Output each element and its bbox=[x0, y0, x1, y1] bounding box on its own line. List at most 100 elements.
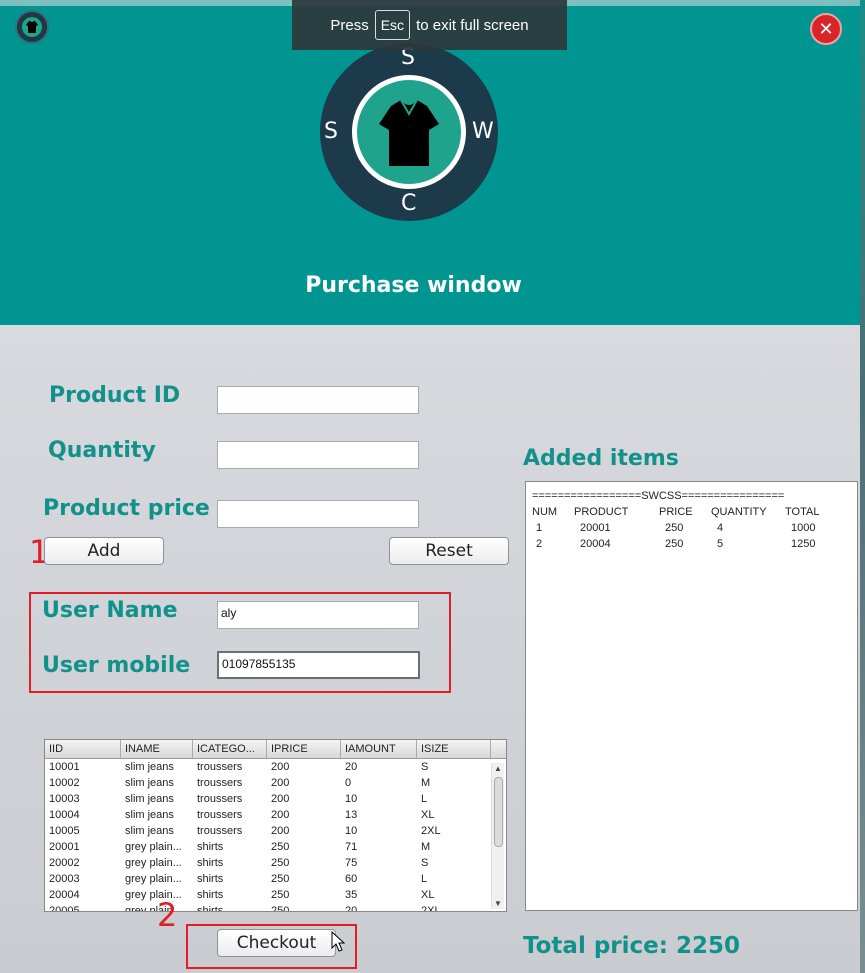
table-cell: troussers bbox=[197, 825, 243, 837]
column-header[interactable]: ISIZE bbox=[417, 740, 491, 758]
table-cell: troussers bbox=[197, 793, 243, 805]
table-cell: 10 bbox=[345, 793, 358, 805]
page-title: Purchase window bbox=[305, 273, 522, 298]
table-cell: 250 bbox=[271, 841, 290, 853]
product-price-label: Product price bbox=[43, 496, 210, 521]
tshirt-icon[interactable] bbox=[15, 10, 49, 44]
esc-key-badge: Esc bbox=[374, 10, 411, 40]
receipt-row: 1 20001 250 4 1000 bbox=[532, 522, 851, 538]
scroll-down-icon[interactable]: ▼ bbox=[494, 899, 502, 908]
table-cell: 250 bbox=[271, 873, 290, 885]
user-name-label: User Name bbox=[42, 598, 178, 623]
reset-button[interactable]: Reset bbox=[389, 537, 509, 565]
column-header[interactable]: INAME bbox=[121, 740, 193, 758]
logo-letter-right: W bbox=[472, 119, 494, 144]
table-cell: slim jeans bbox=[125, 777, 174, 789]
table-row[interactable]: 10003 slim jeans troussers 200 10 L bbox=[45, 791, 506, 807]
table-cell: 71 bbox=[345, 841, 358, 853]
table-cell: 0 bbox=[345, 777, 352, 789]
column-header[interactable]: ICATEGO... bbox=[193, 740, 267, 758]
swcs-logo: S S W C bbox=[320, 43, 498, 221]
receipt-header: TOTAL bbox=[785, 506, 820, 518]
table-cell: XL bbox=[421, 809, 435, 821]
table-cell: slim jeans bbox=[125, 793, 174, 805]
receipt-header: QUANTITY bbox=[711, 506, 767, 518]
background-strip bbox=[860, 0, 865, 973]
table-cell: shirts bbox=[197, 873, 224, 885]
table-cell: slim jeans bbox=[125, 809, 174, 821]
table-cell: 20 bbox=[345, 761, 358, 773]
column-header[interactable]: IID bbox=[45, 740, 121, 758]
scrollbar-thumb[interactable] bbox=[494, 777, 503, 847]
table-cell: 60 bbox=[345, 873, 358, 885]
receipt-cell: 250 bbox=[665, 538, 684, 550]
table-row[interactable]: 10002 slim jeans troussers 200 0 M bbox=[45, 775, 506, 791]
table-cell: 10003 bbox=[49, 793, 80, 805]
table-row[interactable]: 20001 grey plain... shirts 250 71 M bbox=[45, 839, 506, 855]
table-row[interactable]: 20003 grey plain... shirts 250 60 L bbox=[45, 871, 506, 887]
user-mobile-input[interactable]: 01097855135 bbox=[217, 651, 420, 679]
table-cell: L bbox=[421, 873, 428, 885]
table-cell: 2XL bbox=[421, 825, 441, 837]
items-table-header: IID INAME ICATEGO... IPRICE IAMOUNT ISIZ… bbox=[45, 740, 506, 759]
receipt-header-row: NUM PRODUCT PRICE QUANTITY TOTAL bbox=[532, 506, 851, 522]
shirt-icon bbox=[379, 99, 439, 166]
table-row[interactable]: 20002 grey plain... shirts 250 75 S bbox=[45, 855, 506, 871]
table-cell: 200 bbox=[271, 793, 290, 805]
table-cell: 75 bbox=[345, 857, 358, 869]
table-cell: L bbox=[421, 793, 428, 805]
table-cell: S bbox=[421, 857, 429, 869]
add-button[interactable]: Add bbox=[44, 537, 164, 565]
table-cell: shirts bbox=[197, 857, 224, 869]
receipt-cell: 2 bbox=[536, 538, 543, 550]
table-cell: 10004 bbox=[49, 809, 80, 821]
table-cell: M bbox=[421, 777, 431, 789]
receipt-cell: 1250 bbox=[791, 538, 816, 550]
scroll-up-icon[interactable]: ▲ bbox=[494, 764, 502, 773]
table-cell: grey plain... bbox=[125, 841, 182, 853]
product-id-label: Product ID bbox=[49, 383, 181, 408]
table-row[interactable]: 20004 grey plain... shirts 250 35 XL bbox=[45, 887, 506, 903]
table-cell: troussers bbox=[197, 761, 243, 773]
table-cell: 20001 bbox=[49, 841, 80, 853]
receipt-header: PRICE bbox=[659, 506, 693, 518]
table-cell: 200 bbox=[271, 777, 290, 789]
close-icon[interactable]: ✕ bbox=[810, 13, 842, 45]
table-cell: troussers bbox=[197, 809, 243, 821]
total-price: Total price: 2250 bbox=[523, 933, 740, 959]
table-cell: grey plain... bbox=[125, 857, 182, 869]
table-cell: 250 bbox=[271, 905, 290, 912]
receipt-cell: 5 bbox=[717, 538, 724, 550]
items-table-body: 10001 slim jeans troussers 200 20 S 10002 slim … bbox=[45, 759, 506, 912]
table-cell: 10005 bbox=[49, 825, 80, 837]
product-price-input[interactable] bbox=[217, 500, 419, 528]
table-cell: troussers bbox=[197, 777, 243, 789]
table-cell: grey plain... bbox=[125, 873, 182, 885]
table-cell: 200 bbox=[271, 809, 290, 821]
table-cell: 10 bbox=[345, 825, 358, 837]
table-scrollbar[interactable]: ▲ ▼ bbox=[491, 763, 504, 909]
table-cell: M bbox=[421, 841, 431, 853]
product-id-input[interactable] bbox=[217, 386, 419, 414]
table-cell: 250 bbox=[271, 889, 290, 901]
checkout-button[interactable]: Checkout bbox=[217, 929, 336, 957]
user-name-input[interactable]: aly bbox=[217, 601, 419, 629]
table-row[interactable]: 20005 grey plain... shirts 250 20 2XL bbox=[45, 903, 506, 912]
table-row[interactable]: 10004 slim jeans troussers 200 13 XL bbox=[45, 807, 506, 823]
table-cell: 200 bbox=[271, 825, 290, 837]
table-cell: 20002 bbox=[49, 857, 80, 869]
logo-letter-bottom: C bbox=[401, 191, 417, 216]
receipt-cell: 250 bbox=[665, 522, 684, 534]
quantity-input[interactable] bbox=[217, 441, 419, 469]
table-row[interactable]: 10001 slim jeans troussers 200 20 S bbox=[45, 759, 506, 775]
table-cell: slim jeans bbox=[125, 825, 174, 837]
added-items-receipt[interactable]: =================SWCSS================ N… bbox=[525, 481, 858, 911]
items-table[interactable]: IID INAME ICATEGO... IPRICE IAMOUNT ISIZ… bbox=[44, 739, 507, 912]
column-header[interactable]: IPRICE bbox=[267, 740, 341, 758]
mouse-cursor-icon bbox=[331, 931, 345, 952]
column-header[interactable]: IAMOUNT bbox=[341, 740, 417, 758]
receipt-header: PRODUCT bbox=[574, 506, 629, 518]
table-cell: slim jeans bbox=[125, 761, 174, 773]
fullscreen-notice-pre: Press bbox=[330, 16, 369, 34]
table-row[interactable]: 10005 slim jeans troussers 200 10 2XL bbox=[45, 823, 506, 839]
